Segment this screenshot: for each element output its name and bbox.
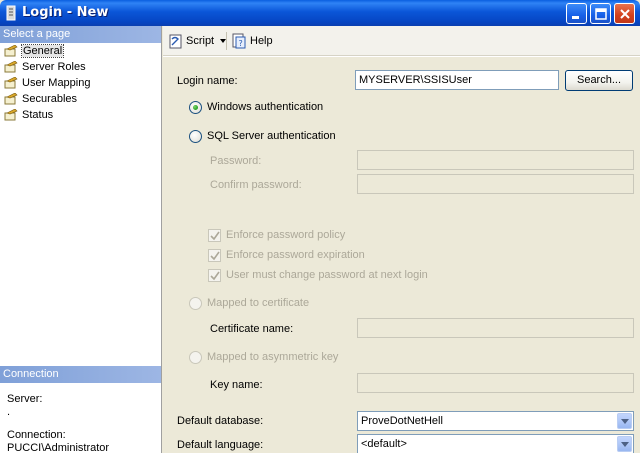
mapped-asymmetric-key-radio[interactable]	[189, 351, 202, 364]
key-name-label: Key name:	[210, 379, 263, 391]
page-icon	[4, 93, 18, 105]
page-icon	[4, 109, 18, 121]
login-name-input[interactable]: MYSERVER\SSISUser	[355, 70, 559, 90]
password-label: Password:	[210, 155, 262, 167]
sql-auth-label: SQL Server authentication	[207, 130, 336, 142]
connection-header: Connection	[0, 366, 161, 383]
page-icon	[4, 45, 18, 57]
enforce-policy-label: Enforce password policy	[226, 229, 346, 241]
page-item-label: Status	[22, 109, 54, 121]
page-item-general[interactable]: General	[0, 43, 161, 59]
mapped-certificate-label: Mapped to certificate	[207, 297, 310, 309]
connection-section: Connection Server: . Connection: PUCCI\A…	[0, 366, 161, 453]
confirm-password-label: Confirm password:	[210, 179, 302, 191]
toolbar-separator	[226, 32, 227, 50]
title-bar: Login - New	[0, 0, 640, 26]
select-page-header: Select a page	[0, 26, 161, 43]
default-database-label: Default database:	[177, 415, 264, 427]
checkmark-icon	[210, 251, 220, 261]
key-name-field[interactable]	[357, 373, 634, 393]
server-label: Server:	[7, 393, 43, 405]
certificate-name-field[interactable]	[357, 318, 634, 338]
default-language-select[interactable]: <default>	[357, 434, 634, 453]
toolbar: Script ? Help	[163, 26, 640, 56]
default-language-value: <default>	[361, 438, 407, 450]
maximize-icon	[595, 8, 607, 20]
maximize-button[interactable]	[590, 3, 611, 24]
general-page-form: Login name: MYSERVER\SSISUser Search... …	[163, 57, 640, 453]
must-change-password-checkbox[interactable]	[208, 269, 221, 282]
script-button[interactable]: Script	[168, 33, 226, 49]
default-language-label: Default language:	[177, 439, 264, 451]
script-label: Script	[186, 35, 215, 47]
page-item-label: General	[20, 44, 65, 58]
close-icon	[620, 9, 630, 19]
page-item-securables[interactable]: Securables	[0, 91, 161, 107]
connection-label: Connection:	[7, 429, 66, 441]
certificate-name-label: Certificate name:	[210, 323, 294, 335]
must-change-password-label: User must change password at next login	[226, 269, 428, 281]
default-database-value: ProveDotNetHell	[361, 415, 443, 427]
mapped-asymmetric-key-label: Mapped to asymmetric key	[207, 351, 339, 363]
windows-auth-label: Windows authentication	[207, 101, 324, 113]
sql-auth-radio[interactable]	[189, 130, 202, 143]
login-name-label: Login name:	[177, 75, 238, 87]
default-language-dropdown-button[interactable]	[617, 436, 632, 452]
checkmark-icon	[210, 271, 220, 281]
default-database-dropdown-button[interactable]	[617, 413, 632, 429]
close-button[interactable]	[614, 3, 635, 24]
page-item-status[interactable]: Status	[0, 107, 161, 123]
svg-text:?: ?	[239, 39, 243, 48]
help-button[interactable]: ? Help	[231, 33, 275, 49]
chevron-down-icon	[621, 419, 629, 424]
page-icon	[4, 61, 18, 73]
enforce-expiration-checkbox[interactable]	[208, 249, 221, 262]
confirm-password-field[interactable]	[357, 174, 634, 194]
page-item-user-mapping[interactable]: User Mapping	[0, 75, 161, 91]
checkmark-icon	[210, 231, 220, 241]
page-item-label: Server Roles	[22, 61, 86, 73]
script-icon	[169, 34, 182, 49]
page-item-server-roles[interactable]: Server Roles	[0, 59, 161, 75]
page-icon	[4, 77, 18, 89]
page-selector-pane: Select a page General Server Roles User …	[0, 26, 162, 453]
enforce-policy-checkbox[interactable]	[208, 229, 221, 242]
help-label: Help	[250, 35, 273, 47]
mapped-certificate-radio[interactable]	[189, 297, 202, 310]
minimize-button[interactable]	[566, 3, 587, 24]
chevron-down-icon	[621, 442, 629, 447]
page-item-label: Securables	[22, 93, 78, 105]
connection-value: PUCCI\Administrator	[7, 442, 110, 453]
page-item-label: User Mapping	[22, 77, 91, 89]
main-pane: Script ? Help Login name: MYSERVER\SSISU…	[163, 26, 640, 453]
enforce-expiration-label: Enforce password expiration	[226, 249, 365, 261]
minimize-icon	[572, 16, 579, 19]
password-field[interactable]	[357, 150, 634, 170]
windows-auth-radio[interactable]	[189, 101, 202, 114]
window-app-icon	[6, 5, 16, 21]
search-button[interactable]: Search...	[565, 70, 633, 91]
help-icon: ?	[232, 33, 246, 49]
server-value: .	[7, 406, 11, 418]
window-title: Login - New	[22, 5, 109, 20]
default-database-select[interactable]: ProveDotNetHell	[357, 411, 634, 431]
